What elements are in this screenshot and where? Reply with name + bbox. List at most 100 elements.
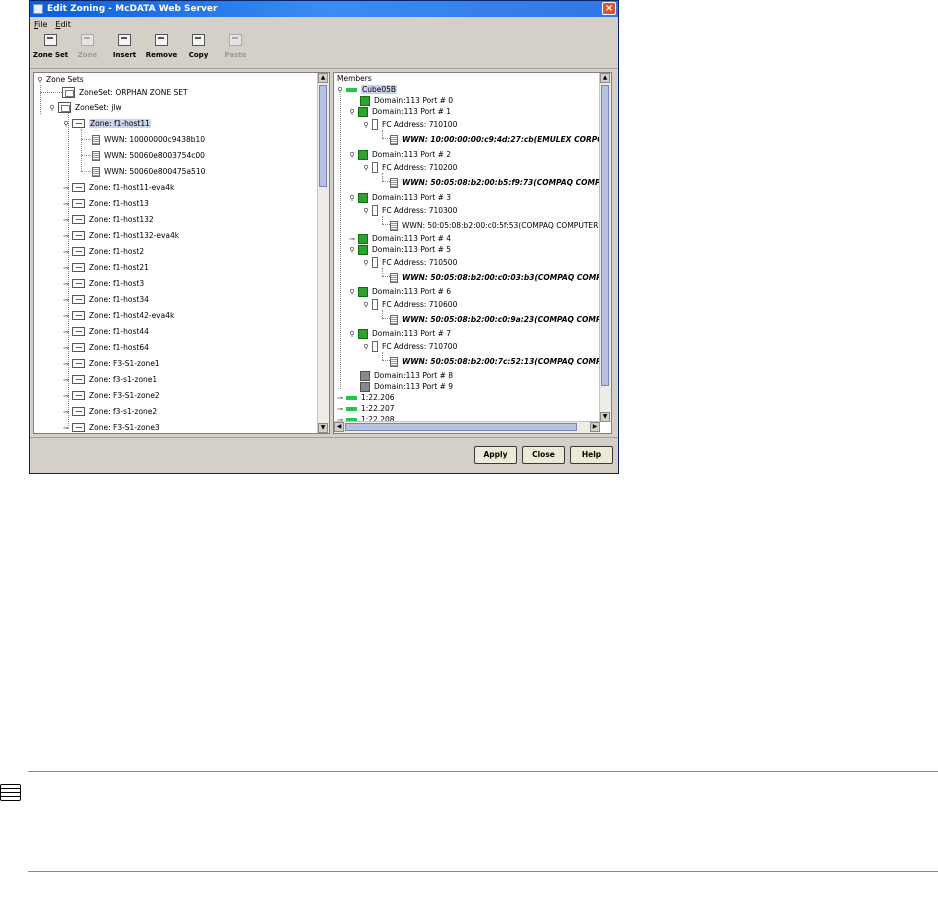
scroll-left-arrow-icon[interactable]: ◀: [334, 422, 344, 432]
tree-item-zone[interactable]: ⊸ Zone: f1-host64: [62, 341, 149, 354]
tree-item-wwn[interactable]: WWN: 10:00:00:00:c9:4d:27:cb(EMULEX CORP…: [390, 133, 611, 146]
expand-toggle-icon[interactable]: ⚲: [36, 76, 44, 84]
apply-button[interactable]: Apply: [474, 446, 517, 464]
tree-item-wwn[interactable]: WWN: 50:05:08:b2:00:c0:5f:53(COMPAQ COMP…: [390, 219, 606, 232]
expand-toggle-icon[interactable]: ⚲: [348, 108, 356, 116]
help-button[interactable]: Help: [570, 446, 613, 464]
expand-toggle-icon[interactable]: ⊸: [62, 312, 70, 320]
scroll-thumb[interactable]: [345, 423, 577, 431]
tree-item-zoneset[interactable]: ⚲ ZoneSet: jlw: [48, 101, 122, 114]
members-tree[interactable]: Members ⚲ Cube05B Domain:113 Port # 0 ⚲ Do…: [333, 72, 612, 434]
zone-sets-tree[interactable]: ⚲ Zone Sets ZoneSet: ORPHAN ZONE SET ⚲ Z…: [33, 72, 330, 434]
expand-toggle-icon[interactable]: ⊸: [62, 232, 70, 240]
scroll-down-arrow-icon[interactable]: ▼: [318, 423, 328, 433]
tree-item-zone[interactable]: ⊸ Zone: F3-S1-zone2: [62, 389, 160, 402]
tree-item-zone[interactable]: ⊸ Zone: f1-host13: [62, 197, 149, 210]
tree-item-zone[interactable]: ⊸ Zone: F3-S1-zone3: [62, 421, 160, 433]
tree-item-wwn[interactable]: WWN: 50:05:08:b2:00:c0:9a:23(COMPAQ COMP…: [390, 313, 611, 326]
close-button[interactable]: Close: [522, 446, 565, 464]
zone-set-button[interactable]: Zone Set: [32, 31, 69, 59]
expand-toggle-icon[interactable]: ⊸: [62, 424, 70, 432]
expand-toggle-icon[interactable]: ⚲: [62, 120, 70, 128]
tree-item-zone[interactable]: ⊸ Zone: f3-s1-zone1: [62, 373, 157, 386]
expand-toggle-icon[interactable]: ⚲: [348, 330, 356, 338]
tree-item-port[interactable]: ⚲ Domain:113 Port # 6: [348, 285, 451, 298]
tree-item-zone[interactable]: ⊸ Zone: f1-host132-eva4k: [62, 229, 179, 242]
tree-item-wwn[interactable]: WWN: 50:05:08:b2:00:b5:f9:73(COMPAQ COMP…: [390, 176, 611, 189]
close-window-button[interactable]: ×: [602, 2, 616, 15]
expand-toggle-icon[interactable]: ⚲: [362, 259, 370, 267]
expand-toggle-icon[interactable]: ⊸: [62, 264, 70, 272]
expand-toggle-icon[interactable]: ⚲: [362, 207, 370, 215]
tree-item-zone[interactable]: ⊸ Zone: F3-S1-zone1: [62, 357, 160, 370]
scroll-right-arrow-icon[interactable]: ▶: [590, 422, 600, 432]
scroll-up-arrow-icon[interactable]: ▲: [600, 73, 610, 83]
paste-button[interactable]: Paste: [217, 31, 254, 59]
tree-item-zone[interactable]: ⊸ Zone: f1-host34: [62, 293, 149, 306]
tree-item-port[interactable]: ⚲ Domain:113 Port # 5: [348, 243, 451, 256]
tree-item-zone[interactable]: ⊸ Zone: f1-host2: [62, 245, 144, 258]
tree-item-port[interactable]: ⚲ Domain:113 Port # 1: [348, 105, 451, 118]
tree-item-zone[interactable]: ⊸ Zone: f3-s1-zone2: [62, 405, 157, 418]
right-horizontal-scrollbar[interactable]: ◀ ▶: [334, 421, 600, 433]
expand-toggle-icon[interactable]: ⊸: [62, 296, 70, 304]
expand-toggle-icon[interactable]: ⊸: [62, 392, 70, 400]
expand-toggle-icon[interactable]: ⊸: [62, 184, 70, 192]
tree-root-zone-sets[interactable]: ⚲ Zone Sets: [36, 73, 83, 86]
expand-toggle-icon[interactable]: ⚲: [362, 301, 370, 309]
expand-toggle-icon[interactable]: ⊸: [62, 280, 70, 288]
right-vertical-scrollbar[interactable]: ▲ ▼: [599, 73, 611, 422]
expand-toggle-icon[interactable]: ⚲: [348, 246, 356, 254]
tree-item-zone[interactable]: ⊸ Zone: f1-host3: [62, 277, 144, 290]
tree-item-zone[interactable]: ⊸ Zone: f1-host11-eva4k: [62, 181, 174, 194]
tree-item-port[interactable]: ⚲ Domain:113 Port # 7: [348, 327, 451, 340]
tree-item-zone[interactable]: ⊸ Zone: f1-host21: [62, 261, 149, 274]
menu-edit[interactable]: Edit: [55, 20, 71, 29]
copy-button[interactable]: Copy: [180, 31, 217, 59]
scroll-down-arrow-icon[interactable]: ▼: [600, 412, 610, 422]
tree-item-fc[interactable]: ⚲ FC Address: 710700: [362, 340, 457, 353]
left-vertical-scrollbar[interactable]: ▲ ▼: [317, 73, 329, 433]
tree-item-wwn[interactable]: WWN: 50:05:08:b2:00:7c:52:13(COMPAQ COMP…: [390, 355, 611, 368]
scroll-up-arrow-icon[interactable]: ▲: [318, 73, 328, 83]
expand-toggle-icon[interactable]: ⊸: [62, 328, 70, 336]
tree-item-port[interactable]: ⚲ Domain:113 Port # 2: [348, 148, 451, 161]
expand-toggle-icon[interactable]: ⊸: [62, 376, 70, 384]
tree-item-fc[interactable]: ⚲ FC Address: 710600: [362, 298, 457, 311]
tree-item-wwn[interactable]: WWN: 50:05:08:b2:00:c0:03:b3(COMPAQ COMP…: [390, 271, 611, 284]
tree-item-zone[interactable]: ⚲ Zone: f1-host11: [62, 117, 151, 130]
expand-toggle-icon[interactable]: ⊸: [336, 394, 344, 402]
expand-toggle-icon[interactable]: ⚲: [362, 164, 370, 172]
expand-toggle-icon[interactable]: ⚲: [348, 151, 356, 159]
scroll-thumb[interactable]: [601, 85, 609, 386]
expand-toggle-icon[interactable]: ⚲: [362, 121, 370, 129]
zone-button[interactable]: Zone: [69, 31, 106, 59]
tree-item-port[interactable]: ⚲ Domain:113 Port # 3: [348, 191, 451, 204]
tree-item-zone[interactable]: ⊸ Zone: f1-host44: [62, 325, 149, 338]
tree-item-fc[interactable]: ⚲ FC Address: 710200: [362, 161, 457, 174]
remove-button[interactable]: Remove: [143, 31, 180, 59]
tree-item-wwn[interactable]: WWN: 50060e800475a510: [92, 165, 205, 178]
tree-item-zone[interactable]: ⊸ Zone: f1-host42-eva4k: [62, 309, 174, 322]
scroll-thumb[interactable]: [319, 85, 327, 187]
tree-item-zone[interactable]: ⊸ Zone: f1-host132: [62, 213, 154, 226]
expand-toggle-icon[interactable]: ⚲: [48, 104, 56, 112]
expand-toggle-icon[interactable]: ⊸: [62, 248, 70, 256]
expand-toggle-icon[interactable]: ⚲: [336, 86, 344, 94]
menu-file[interactable]: File: [34, 20, 47, 29]
expand-toggle-icon[interactable]: ⊸: [62, 408, 70, 416]
expand-toggle-icon[interactable]: ⊸: [62, 216, 70, 224]
expand-toggle-icon[interactable]: ⚲: [348, 288, 356, 296]
expand-toggle-icon[interactable]: ⊸: [62, 344, 70, 352]
tree-item-wwn[interactable]: WWN: 50060e8003754c00: [92, 149, 205, 162]
expand-toggle-icon[interactable]: ⚲: [348, 194, 356, 202]
expand-toggle-icon[interactable]: ⊸: [62, 360, 70, 368]
tree-item-fc[interactable]: ⚲ FC Address: 710100: [362, 118, 457, 131]
tree-item-zoneset[interactable]: ZoneSet: ORPHAN ZONE SET: [62, 86, 188, 99]
expand-toggle-icon[interactable]: ⊸: [336, 405, 344, 413]
expand-toggle-icon[interactable]: ⊸: [348, 235, 356, 243]
expand-toggle-icon[interactable]: ⚲: [362, 343, 370, 351]
insert-button[interactable]: Insert: [106, 31, 143, 59]
tree-item-fc[interactable]: ⚲ FC Address: 710500: [362, 256, 457, 269]
tree-item-fc[interactable]: ⚲ FC Address: 710300: [362, 204, 457, 217]
